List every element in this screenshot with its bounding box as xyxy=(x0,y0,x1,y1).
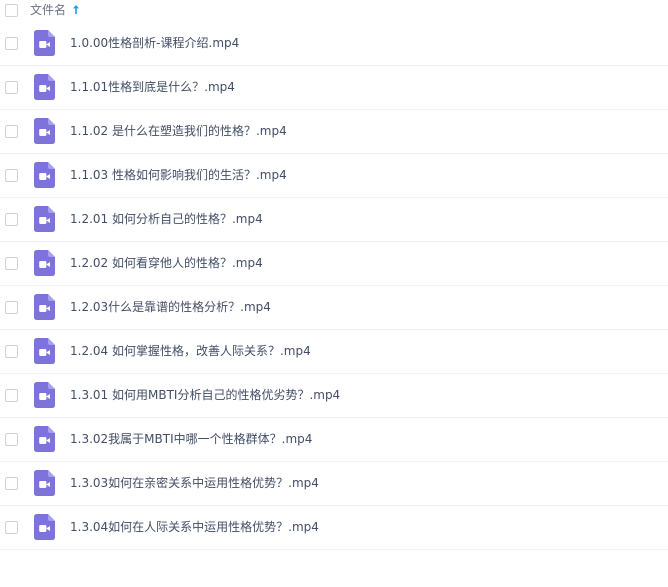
file-row[interactable]: 1.1.02 是什么在塑造我们的性格？.mp4 xyxy=(0,110,668,154)
video-file-icon xyxy=(34,338,55,364)
file-name[interactable]: 1.2.04 如何掌握性格，改善人际关系？.mp4 xyxy=(70,344,311,359)
file-row[interactable]: 1.2.02 如何看穿他人的性格？.mp4 xyxy=(0,242,668,286)
file-checkbox[interactable] xyxy=(5,37,18,50)
file-row[interactable]: 1.2.04 如何掌握性格，改善人际关系？.mp4 xyxy=(0,330,668,374)
file-checkbox[interactable] xyxy=(5,477,18,490)
file-name[interactable]: 1.3.01 如何用MBTI分析自己的性格优劣势？.mp4 xyxy=(70,388,340,403)
file-row[interactable]: 1.3.02我属于MBTI中哪一个性格群体？.mp4 xyxy=(0,418,668,462)
video-file-icon xyxy=(34,294,55,320)
file-checkbox[interactable] xyxy=(5,433,18,446)
file-name[interactable]: 1.2.01 如何分析自己的性格？.mp4 xyxy=(70,212,263,227)
file-checkbox[interactable] xyxy=(5,81,18,94)
file-row[interactable]: 1.1.01性格到底是什么？.mp4 xyxy=(0,66,668,110)
file-name[interactable]: 1.2.02 如何看穿他人的性格？.mp4 xyxy=(70,256,263,271)
filename-column-header[interactable]: 文件名 xyxy=(30,3,66,17)
file-row[interactable]: 1.3.03如何在亲密关系中运用性格优势？.mp4 xyxy=(0,462,668,506)
file-rows: 1.0.00性格剖析-课程介绍.mp4 1.1.01性格到底是什么？.mp4 1… xyxy=(0,22,668,550)
video-file-icon xyxy=(34,382,55,408)
file-name[interactable]: 1.3.02我属于MBTI中哪一个性格群体？.mp4 xyxy=(70,432,312,447)
sort-ascending-icon[interactable] xyxy=(72,4,80,15)
video-file-icon xyxy=(34,250,55,276)
file-checkbox[interactable] xyxy=(5,257,18,270)
file-checkbox[interactable] xyxy=(5,125,18,138)
file-name[interactable]: 1.1.03 性格如何影响我们的生活？.mp4 xyxy=(70,168,287,183)
file-checkbox[interactable] xyxy=(5,521,18,534)
file-name[interactable]: 1.2.03什么是靠谱的性格分析？.mp4 xyxy=(70,300,271,315)
video-file-icon xyxy=(34,118,55,144)
file-name[interactable]: 1.3.04如何在人际关系中运用性格优势？.mp4 xyxy=(70,520,319,535)
file-row[interactable]: 1.0.00性格剖析-课程介绍.mp4 xyxy=(0,22,668,66)
file-list: 文件名 1.0.00性格剖析-课程介绍.mp4 1.1.01性格到底是什么？.m… xyxy=(0,0,668,550)
file-row[interactable]: 1.3.04如何在人际关系中运用性格优势？.mp4 xyxy=(0,506,668,550)
file-row[interactable]: 1.2.03什么是靠谱的性格分析？.mp4 xyxy=(0,286,668,330)
video-file-icon xyxy=(34,162,55,188)
file-checkbox[interactable] xyxy=(5,169,18,182)
select-all-checkbox[interactable] xyxy=(5,4,18,17)
video-file-icon xyxy=(34,30,55,56)
video-file-icon xyxy=(34,206,55,232)
file-row[interactable]: 1.3.01 如何用MBTI分析自己的性格优劣势？.mp4 xyxy=(0,374,668,418)
video-file-icon xyxy=(34,514,55,540)
video-file-icon xyxy=(34,426,55,452)
file-checkbox[interactable] xyxy=(5,301,18,314)
file-row[interactable]: 1.1.03 性格如何影响我们的生活？.mp4 xyxy=(0,154,668,198)
file-row[interactable]: 1.2.01 如何分析自己的性格？.mp4 xyxy=(0,198,668,242)
file-list-header: 文件名 xyxy=(0,0,668,22)
file-checkbox[interactable] xyxy=(5,345,18,358)
file-name[interactable]: 1.1.01性格到底是什么？.mp4 xyxy=(70,80,235,95)
file-checkbox[interactable] xyxy=(5,389,18,402)
video-file-icon xyxy=(34,470,55,496)
file-name[interactable]: 1.0.00性格剖析-课程介绍.mp4 xyxy=(70,36,239,51)
file-name[interactable]: 1.1.02 是什么在塑造我们的性格？.mp4 xyxy=(70,124,287,139)
file-name[interactable]: 1.3.03如何在亲密关系中运用性格优势？.mp4 xyxy=(70,476,319,491)
file-checkbox[interactable] xyxy=(5,213,18,226)
video-file-icon xyxy=(34,74,55,100)
